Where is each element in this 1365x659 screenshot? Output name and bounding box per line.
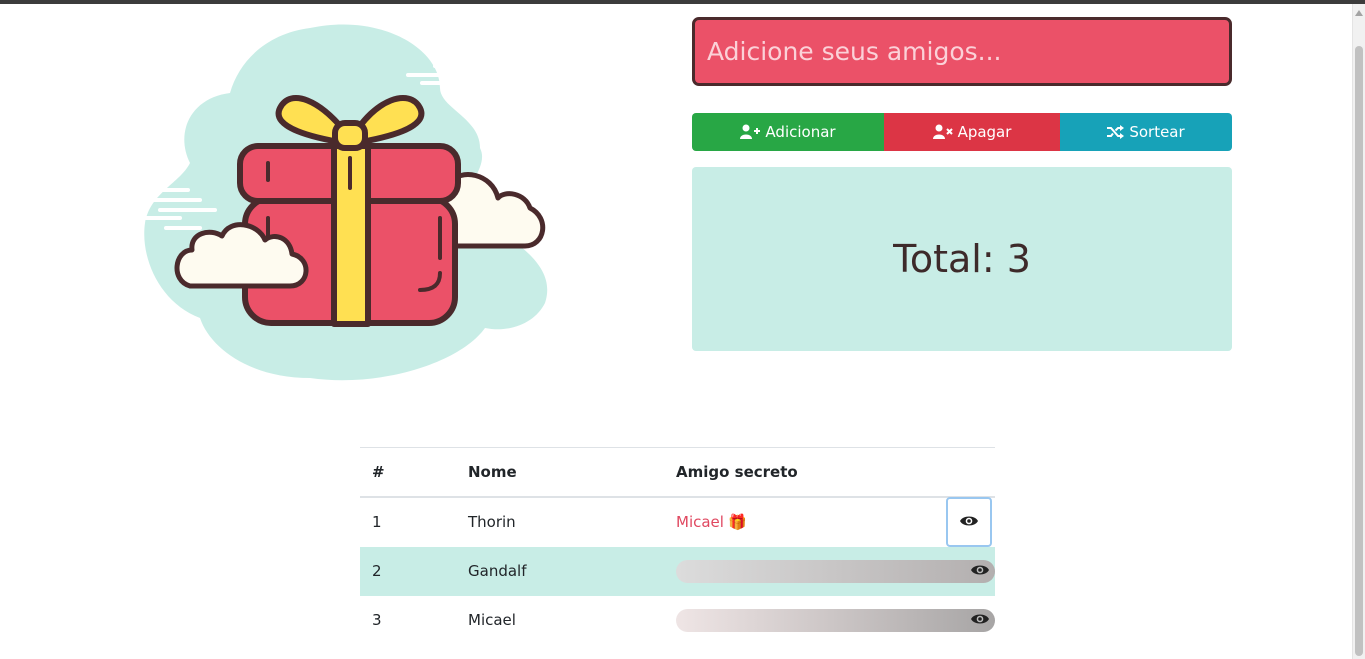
gift-emoji: 🎁 (727, 513, 747, 531)
friends-table-container: # Nome Amigo secreto 1 Thorin Micael 🎁 2… (360, 447, 995, 645)
table-row: 3 Micael (360, 596, 995, 645)
hidden-secret-bar[interactable] (676, 559, 995, 583)
delete-friend-label: Apagar (957, 123, 1012, 141)
header-number: # (372, 462, 385, 481)
scroll-up-arrow-icon[interactable] (1355, 10, 1363, 16)
shuffle-icon (1107, 125, 1125, 139)
user-times-icon (932, 124, 953, 140)
header-secret-friend: Amigo secreto (676, 462, 798, 481)
table-header-row: # Nome Amigo secreto (360, 447, 995, 497)
row-number: 3 (372, 611, 382, 629)
gift-illustration (140, 18, 555, 383)
secret-friend-name: Micael (676, 513, 724, 531)
hidden-secret-bar[interactable] (676, 608, 995, 632)
action-button-group: Adicionar Apagar Sortear (692, 113, 1232, 151)
friend-name-input[interactable] (692, 17, 1232, 86)
window-top-bar (0, 0, 1365, 4)
total-count: Total: 3 (893, 237, 1031, 281)
secret-friend-revealed: Micael 🎁 (676, 513, 747, 531)
row-secret-cell (664, 547, 995, 596)
delete-friend-button[interactable]: Apagar (884, 113, 1060, 151)
add-friend-button[interactable]: Adicionar (692, 113, 884, 151)
eye-icon (971, 611, 989, 629)
row-name: Gandalf (468, 562, 527, 580)
row-number: 2 (372, 562, 382, 580)
user-plus-icon (740, 124, 761, 140)
scrollbar-thumb[interactable] (1355, 46, 1363, 656)
add-friend-label: Adicionar (765, 123, 836, 141)
vertical-scrollbar[interactable] (1352, 4, 1365, 659)
friends-table: # Nome Amigo secreto 1 Thorin Micael 🎁 2… (360, 447, 995, 645)
header-name: Nome (468, 462, 517, 481)
row-secret-cell: Micael 🎁 (664, 496, 995, 547)
row-number: 1 (372, 513, 382, 531)
draw-label: Sortear (1129, 123, 1185, 141)
table-row: 1 Thorin Micael 🎁 (360, 496, 995, 547)
draw-button[interactable]: Sortear (1060, 113, 1232, 151)
eye-icon (960, 513, 978, 531)
eye-icon (971, 562, 989, 580)
reveal-toggle-button[interactable] (946, 496, 992, 547)
row-name: Micael (468, 611, 516, 629)
total-panel: Total: 3 (692, 167, 1232, 351)
row-secret-cell (664, 596, 995, 645)
table-row: 2 Gandalf (360, 546, 995, 596)
row-name: Thorin (468, 513, 516, 531)
